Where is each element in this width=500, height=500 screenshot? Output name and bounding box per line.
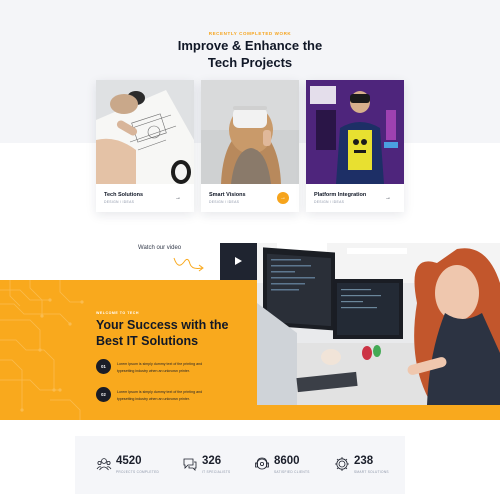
step-number-badge: 01 (96, 359, 111, 374)
team-icon (96, 458, 112, 471)
step-line: Lorem Ipsum is simply dummy text of the … (117, 390, 203, 394)
step-line: Lorem Ipsum is simply dummy text of the … (117, 362, 203, 366)
stat-label: IT SPECIALISTS (202, 470, 231, 474)
section-title-line1: Improve & Enhance the (177, 38, 323, 53)
watch-video-label: Watch our video (138, 245, 182, 251)
stat-label: SATISFIED CLIENTS (274, 470, 310, 474)
chat-icon (183, 458, 197, 471)
play-icon (235, 257, 242, 265)
section-title-line2: Tech Projects (207, 55, 293, 70)
stat-value: 238 (354, 455, 374, 467)
section-title: Improve & Enhance the Tech Projects (0, 37, 500, 71)
office-photo (257, 243, 500, 405)
project-card-tech-solutions[interactable]: Tech Solutions DESIGN / IDEAS → (96, 80, 194, 212)
stat-value: 4520 (116, 455, 142, 467)
project-title: Tech Solutions (104, 192, 144, 198)
arrow-right-icon[interactable]: → (277, 192, 289, 204)
stat-label: SMART SOLUTIONS (354, 470, 389, 474)
about-eyebrow: WELCOME TO TECH (96, 311, 139, 315)
stat-value: 8600 (274, 455, 300, 467)
project-image-drawing (96, 80, 194, 184)
arrow-right-icon[interactable]: → (172, 192, 184, 204)
about-title: Your Success with the Best IT Solutions (96, 318, 256, 349)
step-number-badge: 02 (96, 387, 111, 402)
project-title: Smart Visions (209, 192, 246, 198)
play-video-button[interactable] (220, 243, 257, 280)
project-card-platform-integration[interactable]: Platform Integration DESIGN / IDEAS → (306, 80, 404, 212)
step-line: typesetting industry when an unknown pri… (117, 396, 190, 401)
step-line: typesetting industry when an unknown pri… (117, 368, 190, 373)
about-title-line1: Your Success with the (96, 318, 229, 332)
project-image-vr-headset (201, 80, 299, 184)
section-eyebrow: RECENTLY COMPLETED WORK (208, 31, 292, 36)
arrow-right-icon[interactable]: → (382, 192, 394, 204)
project-subtitle: DESIGN / IDEAS (209, 200, 240, 204)
squiggle-arrow-icon (173, 257, 204, 272)
stat-value: 326 (202, 455, 222, 467)
gear-icon (335, 457, 349, 471)
step-description: Lorem Ipsum is simply dummy text of the … (117, 361, 247, 374)
stat-label: PROJECTS COMPLETED (116, 470, 160, 474)
project-subtitle: DESIGN / IDEAS (104, 200, 135, 204)
project-image-vr-gamer (306, 80, 404, 184)
project-card-smart-visions[interactable]: Smart Visions DESIGN / IDEAS → (201, 80, 299, 212)
support-icon (255, 457, 269, 470)
project-subtitle: DESIGN / IDEAS (314, 200, 345, 204)
step-description: Lorem Ipsum is simply dummy text of the … (117, 389, 247, 402)
project-title: Platform Integration (314, 192, 367, 198)
about-panel-strip (257, 405, 500, 420)
about-title-line2: Best IT Solutions (96, 333, 199, 348)
